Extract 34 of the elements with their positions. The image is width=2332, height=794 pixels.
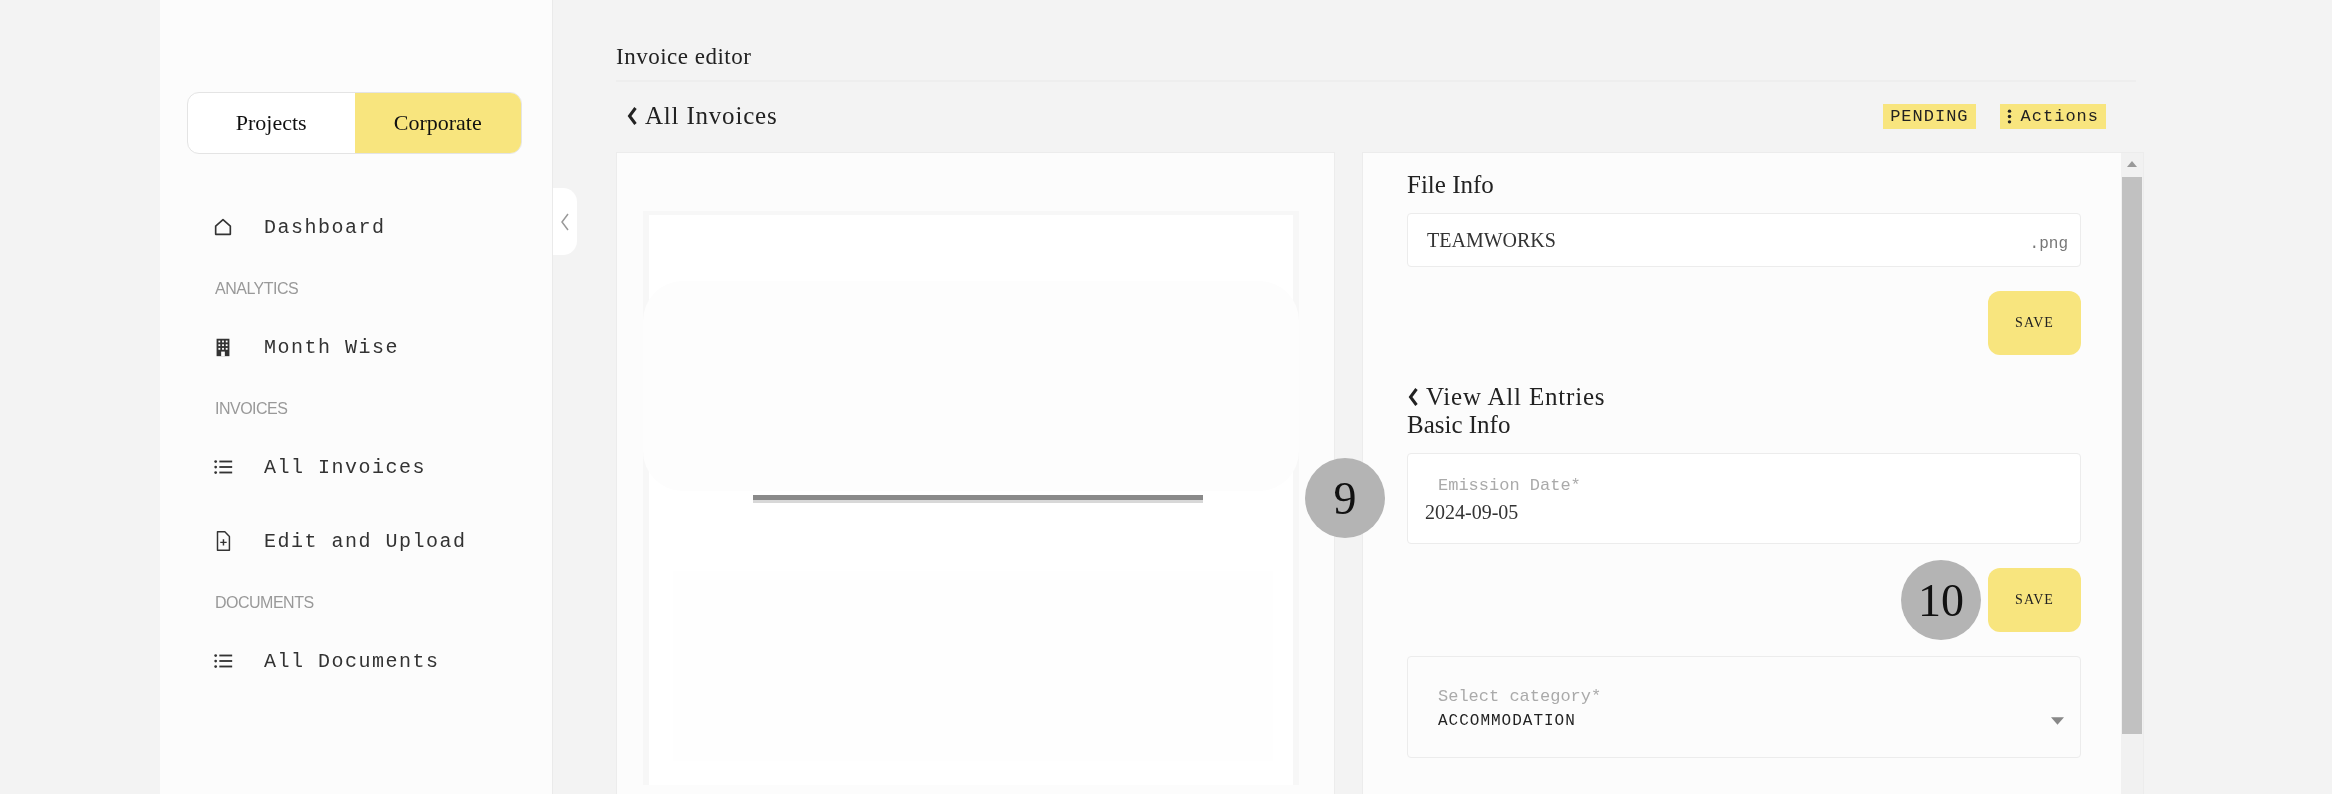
sidebar-item[interactable]: All Documents — [264, 649, 440, 673]
section-heading: DOCUMENTS — [215, 594, 315, 612]
chevron-left-icon — [1407, 387, 1420, 407]
section-title: Basic Info — [1407, 411, 1512, 439]
chevron-left-icon — [626, 106, 639, 126]
sidebar-item[interactable]: Dashboard — [264, 215, 386, 239]
page-title: Invoice editor — [616, 44, 2136, 82]
actions-button[interactable]: Actions — [1999, 103, 2106, 129]
sidebar-item[interactable]: All Invoices — [264, 455, 427, 479]
file-extension: .png — [2029, 235, 2068, 253]
view-entries-link[interactable]: View All Entries — [1407, 383, 2081, 411]
sidebar-item[interactable]: Month Wise — [264, 335, 400, 359]
scroll-up-icon[interactable] — [2127, 161, 2137, 167]
file-name-field[interactable]: TEAMWORKS .png — [1407, 213, 2081, 267]
number-marker: 10 — [1901, 560, 1981, 640]
number-marker: 9 — [1305, 458, 1385, 538]
section-heading: ANALYTICS — [215, 280, 300, 298]
save-button[interactable]: SAVE — [1988, 291, 2081, 355]
sidebar-item[interactable]: Edit and Upload — [264, 529, 467, 553]
category-select[interactable]: Select category* ACCOMMODATION — [1407, 656, 2081, 758]
caret-icon — [2051, 716, 2064, 725]
date-field[interactable]: Emission Date* 2024-09-05 — [1407, 453, 2081, 544]
section-heading: INVOICES — [215, 400, 289, 418]
kebab-icon — [2006, 108, 2012, 124]
section-title: File Info — [1407, 171, 1495, 199]
toggle-option[interactable]: Corporate — [354, 93, 521, 153]
back-link[interactable]: All Invoices — [626, 102, 778, 130]
status-badge: PENDING — [1883, 103, 1976, 129]
toggle-option[interactable]: Projects — [188, 93, 355, 153]
collapse-tab[interactable] — [553, 188, 577, 255]
home-icon — [212, 216, 234, 238]
save-button[interactable]: SAVE — [1988, 568, 2081, 632]
scrollbar[interactable] — [2121, 153, 2143, 794]
chevron-left-icon — [560, 211, 570, 232]
